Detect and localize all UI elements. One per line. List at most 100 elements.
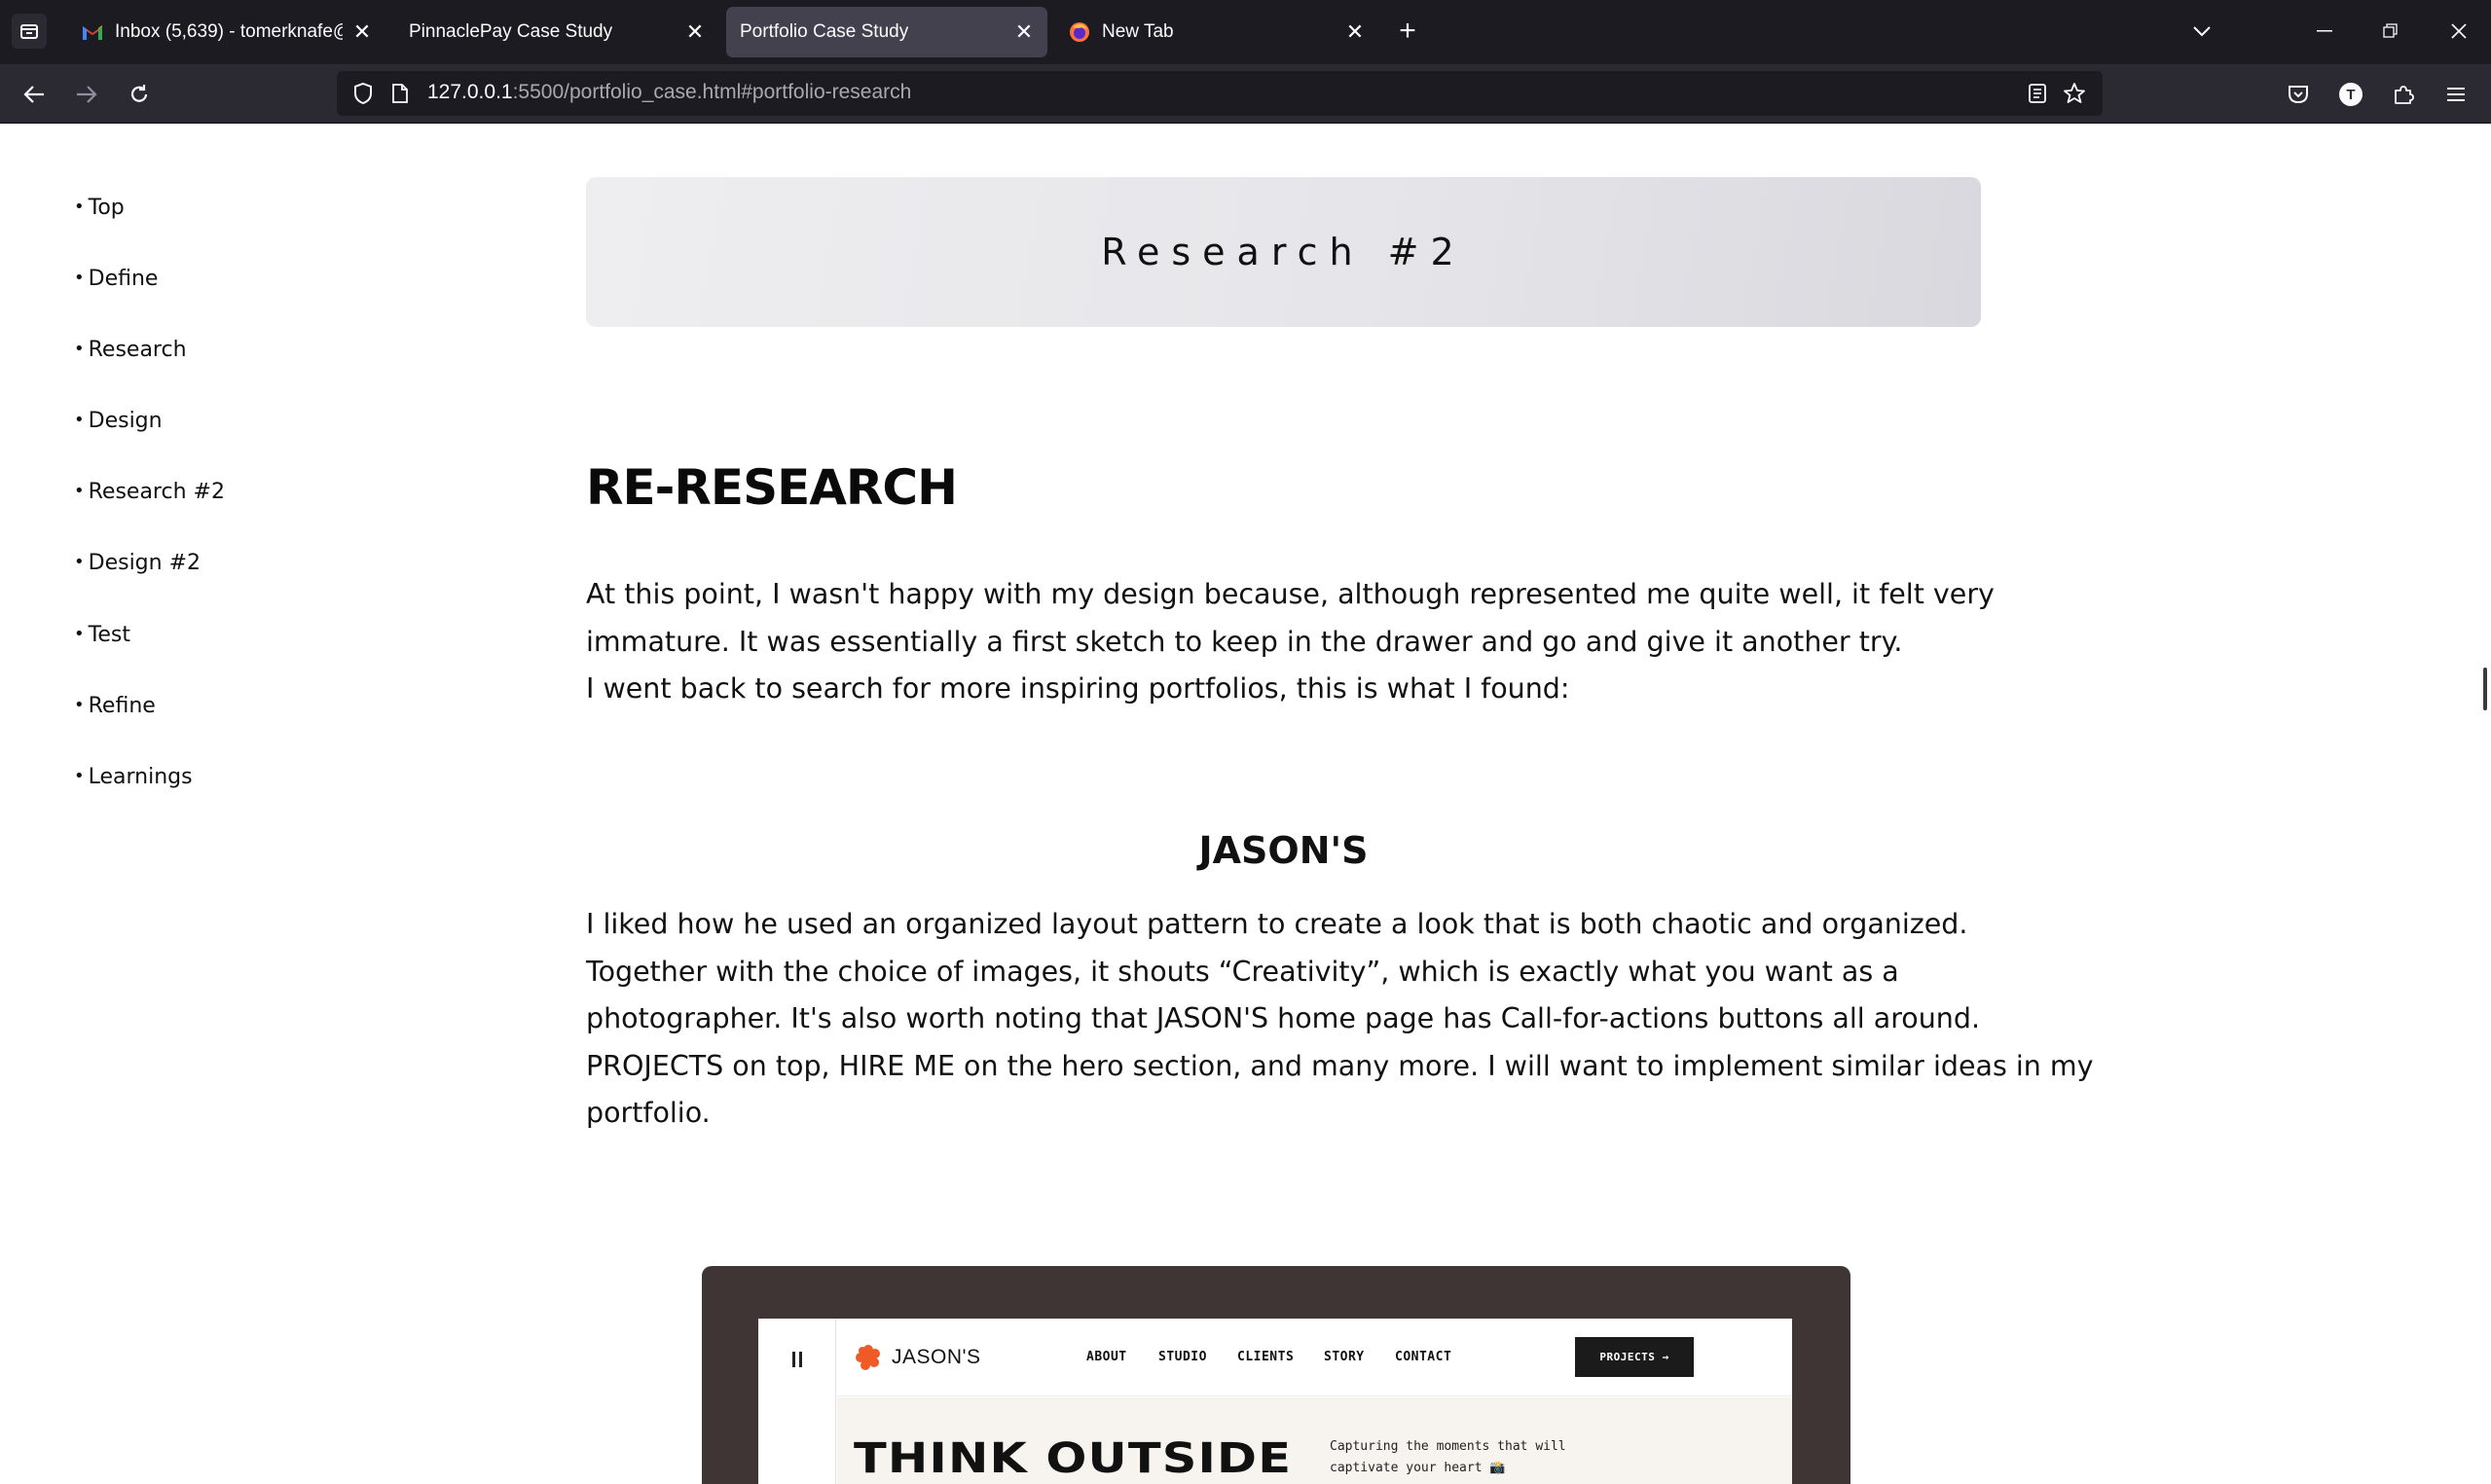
pocket-button[interactable]: [2280, 76, 2317, 113]
restore-icon: [2383, 23, 2398, 38]
tagline-line: Capturing the moments that will: [1330, 1439, 1566, 1454]
intro-paragraph: At this point, I wasn't happy with my de…: [586, 571, 1995, 713]
close-tab-icon[interactable]: ✕: [1345, 19, 1365, 44]
sidenav-item-label: Top: [88, 196, 125, 220]
intro-line: I went back to search for more inspiring…: [586, 672, 1570, 705]
list-all-tabs-button[interactable]: [2184, 14, 2219, 49]
screenshot-hero-title: THINK OUTSIDE: [854, 1434, 1293, 1483]
sidenav-item-top[interactable]: • Top: [74, 196, 125, 220]
sidenav-item-research-2[interactable]: • Research #2: [74, 480, 225, 504]
screenshot-logo: JASON'S: [855, 1344, 981, 1371]
close-window-button[interactable]: [2439, 14, 2478, 49]
screenshot-header: JASON'S ABOUT STUDIO CLIENTS STORY CONTA…: [837, 1319, 1792, 1396]
account-button[interactable]: T: [2332, 76, 2369, 113]
bullet-icon: •: [74, 552, 85, 572]
shield-icon[interactable]: [350, 81, 376, 106]
firefox-view-button[interactable]: [12, 14, 47, 49]
sidenav-item-label: Research: [88, 338, 187, 362]
tagline-line: captivate your heart 📸: [1330, 1461, 1506, 1475]
sidenav-item-research[interactable]: • Research: [74, 338, 187, 362]
tab-label: New Tab: [1102, 21, 1174, 42]
screenshot-logo-text: JASON'S: [892, 1346, 981, 1368]
close-tab-icon[interactable]: ✕: [352, 19, 372, 44]
sidenav-item-label: Research #2: [88, 480, 225, 504]
screenshot-projects-button: PROJECTS →: [1575, 1337, 1694, 1377]
sidenav-item-define[interactable]: • Define: [74, 267, 158, 291]
pause-icon: [792, 1352, 803, 1367]
tab-label: Inbox (5,639) - tomerknafe@gm: [115, 21, 343, 42]
close-icon: [2451, 23, 2467, 39]
back-arrow-icon: [23, 86, 44, 103]
reader-view-icon[interactable]: [2025, 81, 2050, 106]
firefox-view-icon: [20, 24, 38, 39]
body-line: PROJECTS on top, HIRE ME on the hero sec…: [586, 1049, 2094, 1082]
url-text[interactable]: 127.0.0.1:5500/portfolio_case.html#portf…: [427, 81, 911, 104]
body-line: photographer. It's also worth noting tha…: [586, 1002, 1980, 1034]
bullet-icon: •: [74, 410, 85, 430]
subsection-heading: JASON'S: [1198, 829, 1369, 872]
sidenav-item-label: Design: [88, 409, 163, 433]
hamburger-menu-icon: [2447, 88, 2465, 101]
bullet-icon: •: [74, 624, 85, 644]
section-banner: Research #2: [586, 177, 1981, 327]
close-tab-icon[interactable]: ✕: [1014, 19, 1034, 44]
tab-new-tab[interactable]: New Tab ✕: [1055, 7, 1378, 57]
sidenav-item-design[interactable]: • Design: [74, 409, 163, 433]
page-content: • Top • Define • Research • Design • Research…: [0, 124, 2491, 1484]
body-line: portfolio.: [586, 1097, 711, 1129]
reload-button[interactable]: [121, 76, 158, 113]
body-paragraph: I liked how he used an organized layout …: [586, 901, 2094, 1138]
jasons-website-screenshot: JASON'S ABOUT STUDIO CLIENTS STORY CONTA…: [702, 1266, 1850, 1484]
tab-pinnaclepay[interactable]: PinnaclePay Case Study ✕: [395, 7, 718, 57]
page-icon[interactable]: [387, 81, 413, 106]
page-scrollbar-thumb[interactable]: [2483, 668, 2487, 710]
screenshot-nav-studio: STUDIO: [1158, 1350, 1207, 1364]
sidenav-item-test[interactable]: • Test: [74, 623, 130, 647]
section-banner-title: Research #2: [1101, 231, 1466, 273]
sidenav-item-refine[interactable]: • Refine: [74, 694, 156, 718]
app-menu-button[interactable]: [2437, 76, 2474, 113]
puzzle-icon: [2395, 86, 2414, 104]
url-path: :5500/portfolio_case.html#portfolio-rese…: [512, 81, 912, 103]
intro-line: At this point, I wasn't happy with my de…: [586, 578, 1995, 610]
minimize-icon: [2317, 30, 2332, 32]
screenshot-nav-story: STORY: [1324, 1350, 1365, 1364]
screenshot-nav-about: ABOUT: [1086, 1350, 1127, 1364]
url-host: 127.0.0.1: [427, 81, 513, 103]
close-tab-icon[interactable]: ✕: [685, 19, 705, 44]
extensions-button[interactable]: [2385, 76, 2422, 113]
bullet-icon: •: [74, 766, 85, 786]
bookmark-star-icon[interactable]: [2062, 81, 2087, 106]
sidenav-item-design-2[interactable]: • Design #2: [74, 551, 201, 575]
tab-label: PinnaclePay Case Study: [409, 21, 613, 42]
pocket-icon: [2289, 86, 2308, 104]
screenshot-nav-contact: CONTACT: [1395, 1350, 1452, 1364]
tab-bar: Inbox (5,639) - tomerknafe@gm ✕ Pinnacle…: [0, 0, 2491, 64]
sidenav-item-label: Learnings: [88, 765, 193, 789]
back-button[interactable]: [16, 76, 53, 113]
tab-gmail[interactable]: Inbox (5,639) - tomerknafe@gm ✕: [68, 7, 385, 57]
sidenav-item-label: Design #2: [88, 551, 201, 575]
body-line: I liked how he used an organized layout …: [586, 908, 1968, 940]
new-tab-button[interactable]: +: [1390, 14, 1425, 49]
screenshot-browser-viewport: JASON'S ABOUT STUDIO CLIENTS STORY CONTA…: [758, 1319, 1792, 1484]
sidenav-item-learnings[interactable]: • Learnings: [74, 765, 193, 789]
bullet-icon: •: [74, 481, 85, 501]
screenshot-sidebar: [758, 1319, 836, 1484]
navigation-toolbar: 127.0.0.1:5500/portfolio_case.html#portf…: [0, 64, 2491, 124]
bullet-icon: •: [74, 197, 85, 217]
body-line: Together with the choice of images, it s…: [586, 955, 1899, 988]
section-heading: RE-RESEARCH: [586, 459, 958, 516]
flower-logo-icon: [856, 1345, 880, 1370]
bullet-icon: •: [74, 695, 85, 715]
restore-button[interactable]: [2371, 14, 2410, 49]
firefox-icon: [1069, 21, 1090, 43]
screenshot-hero: THINK OUTSIDE Capturing the moments that…: [837, 1397, 1792, 1484]
minimize-button[interactable]: [2305, 14, 2344, 49]
tab-portfolio-case-study[interactable]: Portfolio Case Study ✕: [726, 7, 1047, 57]
forward-arrow-icon: [77, 86, 97, 103]
url-bar[interactable]: 127.0.0.1:5500/portfolio_case.html#portf…: [337, 71, 2103, 116]
gmail-icon: [82, 21, 103, 43]
screenshot-nav-clients: CLIENTS: [1237, 1350, 1295, 1364]
forward-button[interactable]: [68, 76, 105, 113]
